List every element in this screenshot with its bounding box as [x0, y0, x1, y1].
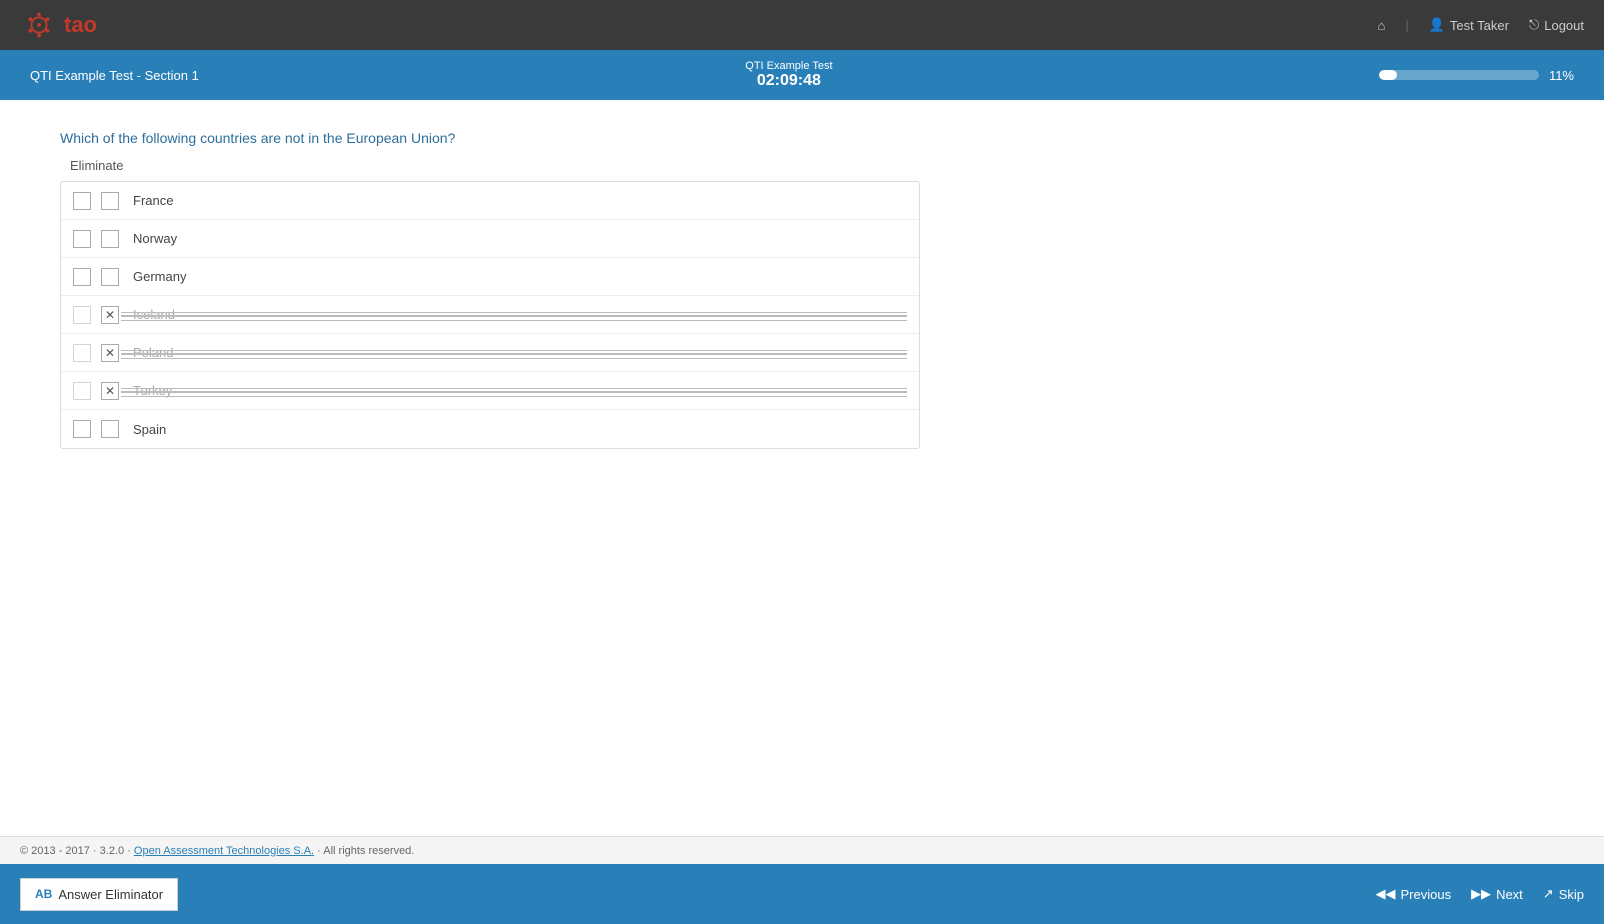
previous-label: Previous: [1400, 887, 1451, 902]
answer-table: France Norway Germany IcelandPolandTurkey Sp…: [60, 181, 920, 449]
logo: tao: [20, 6, 97, 44]
nav-controls: ◀◀ Previous ▶▶ Next ↗ Skip: [1375, 886, 1584, 902]
strike-line-2: [121, 316, 907, 317]
strike-line-3: [121, 396, 907, 397]
logo-text: tao: [64, 12, 97, 38]
user-label: Test Taker: [1450, 18, 1509, 33]
timer-value: 02:09:48: [745, 72, 832, 90]
topbar-right: ⌂ | 👤 Test Taker ⎋ Logout: [1377, 17, 1584, 33]
select-checkbox[interactable]: [101, 420, 119, 438]
previous-icon: ◀◀: [1375, 886, 1395, 902]
bottom-bar: AB Answer Eliminator ◀◀ Previous ▶▶ Next…: [0, 864, 1604, 924]
progress-bar-fill: [1379, 70, 1397, 80]
answer-label: Norway: [133, 231, 177, 246]
eliminate-checkbox[interactable]: [73, 420, 91, 438]
eliminate-checkbox[interactable]: [73, 192, 91, 210]
table-row: Iceland: [61, 296, 919, 334]
select-checkbox: [101, 306, 119, 324]
progress-pct: 11%: [1549, 68, 1574, 83]
select-checkbox: [101, 344, 119, 362]
next-button[interactable]: ▶▶ Next: [1471, 886, 1523, 902]
answer-label: Germany: [133, 269, 186, 284]
skip-button[interactable]: ↗ Skip: [1543, 886, 1584, 902]
strike-line-1: [121, 388, 907, 389]
divider: |: [1405, 18, 1408, 33]
strike-line-3: [121, 320, 907, 321]
section-bar: QTI Example Test - Section 1 QTI Example…: [0, 50, 1604, 100]
strike-line-1: [121, 312, 907, 313]
answer-label: France: [133, 193, 173, 208]
footer-company-link[interactable]: Open Assessment Technologies S.A.: [134, 845, 314, 857]
skip-icon: ↗: [1543, 886, 1554, 902]
eliminate-checkbox[interactable]: [73, 268, 91, 286]
progress-bar-container: [1379, 70, 1539, 80]
timer-label: QTI Example Test: [745, 60, 832, 72]
logout-button[interactable]: ⎋ Logout: [1529, 17, 1584, 33]
section-title: QTI Example Test - Section 1: [30, 68, 199, 83]
main-content: Which of the following countries are not…: [0, 100, 1604, 780]
timer-block: QTI Example Test 02:09:48: [745, 60, 832, 90]
user-icon: 👤: [1429, 17, 1445, 33]
strike-line-2: [121, 392, 907, 393]
eliminate-checkbox[interactable]: [73, 306, 91, 324]
ab-icon: AB: [35, 887, 52, 901]
table-row: Poland: [61, 334, 919, 372]
previous-button[interactable]: ◀◀ Previous: [1375, 886, 1451, 902]
table-row: Germany: [61, 258, 919, 296]
answer-eliminator-label: Answer Eliminator: [58, 887, 163, 902]
strike-line-2: [121, 354, 907, 355]
logout-label: Logout: [1544, 18, 1584, 33]
footer: © 2013 - 2017 · 3.2.0 · Open Assessment …: [0, 836, 1604, 864]
logout-icon: ⎋: [1529, 17, 1539, 33]
select-checkbox[interactable]: [101, 230, 119, 248]
answer-eliminator-button[interactable]: AB Answer Eliminator: [20, 878, 178, 911]
tao-logo: [20, 6, 58, 44]
strike-line-3: [121, 358, 907, 359]
topbar: tao ⌂ | 👤 Test Taker ⎋ Logout: [0, 0, 1604, 50]
select-checkbox: [101, 382, 119, 400]
skip-label: Skip: [1559, 887, 1584, 902]
user-button[interactable]: 👤 Test Taker: [1429, 17, 1509, 33]
progress-block: 11%: [1379, 68, 1574, 83]
table-row: Turkey: [61, 372, 919, 410]
answer-label: Spain: [133, 422, 166, 437]
select-checkbox[interactable]: [101, 268, 119, 286]
eliminate-checkbox[interactable]: [73, 382, 91, 400]
table-row: Norway: [61, 220, 919, 258]
strike-line-1: [121, 350, 907, 351]
eliminate-checkbox[interactable]: [73, 344, 91, 362]
table-row: France: [61, 182, 919, 220]
home-icon: ⌂: [1377, 18, 1385, 33]
question-text: Which of the following countries are not…: [60, 130, 1544, 146]
select-checkbox[interactable]: [101, 192, 119, 210]
table-row: Spain: [61, 410, 919, 448]
next-label: Next: [1496, 887, 1523, 902]
next-icon: ▶▶: [1471, 886, 1491, 902]
footer-rights: · All rights reserved.: [317, 845, 414, 857]
footer-copyright: © 2013 - 2017 · 3.2.0 ·: [20, 845, 131, 857]
home-button[interactable]: ⌂: [1377, 18, 1385, 33]
eliminate-label: Eliminate: [60, 158, 1544, 173]
eliminate-checkbox[interactable]: [73, 230, 91, 248]
